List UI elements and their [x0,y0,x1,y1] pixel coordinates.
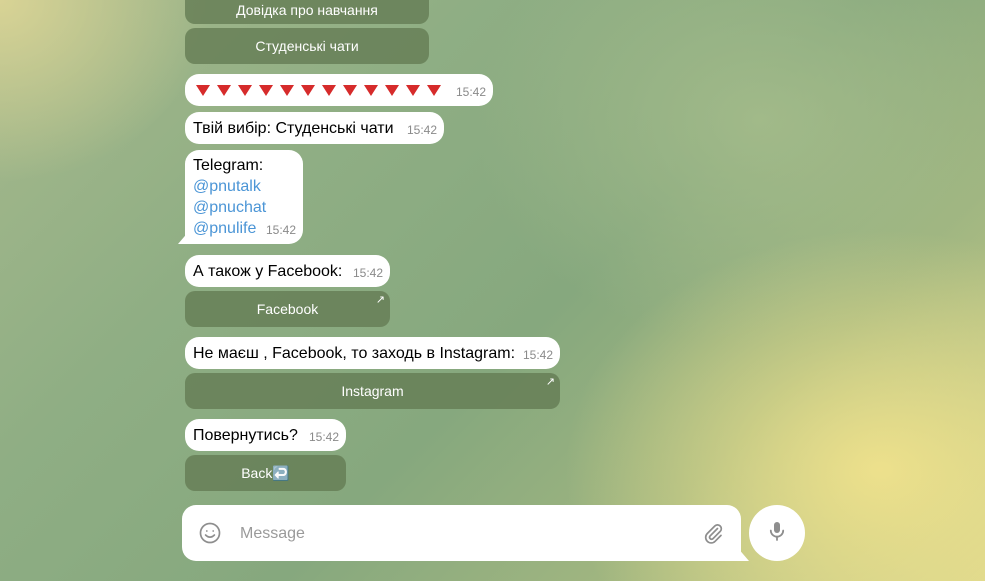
red-triangle-icon [217,85,231,97]
message-input[interactable] [238,519,682,549]
study-info-button[interactable]: Довідка про навчання [185,0,429,24]
message-text: Повернутись? [193,427,298,444]
choice-message: Твій вибір: Студенські чати 15:42 [185,112,444,144]
facebook-link-button[interactable]: Facebook ↗ [185,291,390,327]
telegram-title: Telegram: [193,157,264,174]
telegram-link-pnutalk[interactable]: @pnutalk [193,176,295,197]
message-time: 15:42 [265,223,296,237]
paperclip-icon[interactable] [701,521,725,545]
facebook-message: А також у Facebook: 15:42 [185,255,390,287]
return-question-message: Повернутись? 15:42 [185,419,346,451]
red-triangle-icon [406,85,420,97]
red-triangle-icon [301,85,315,97]
message-text: Твій вибір: Студенські чати [193,120,394,137]
smile-icon[interactable] [198,521,222,545]
telegram-links-message: Telegram: @pnutalk @pnuchat @pnulife 15:… [185,150,303,244]
red-triangle-icons [196,82,448,99]
instagram-message: Не маєш , Facebook, то заходь в Instagra… [185,337,560,369]
message-time: 15:42 [455,85,486,99]
message-time: 15:42 [308,430,339,444]
red-triangle-icon [280,85,294,97]
red-triangle-icon [427,85,441,97]
message-text: Не маєш , Facebook, то заходь в Instagra… [193,345,516,362]
external-link-icon: ↗ [545,376,555,388]
red-triangle-icon [259,85,273,97]
message-time: 15:42 [352,266,383,280]
back-button[interactable]: Back↩️ [185,455,346,491]
message-composer [182,505,741,561]
student-chats-button[interactable]: Студенські чати [185,28,429,64]
instagram-link-button[interactable]: Instagram ↗ [185,373,560,409]
red-triangle-icon [322,85,336,97]
microphone-button[interactable] [749,505,805,561]
message-time: 15:42 [522,348,553,362]
button-label: Facebook [256,301,319,317]
telegram-link-pnuchat[interactable]: @pnuchat [193,197,295,218]
red-triangle-icon [196,85,210,97]
microphone-icon [765,519,789,548]
red-triangle-icon [343,85,357,97]
red-triangle-icon [238,85,252,97]
button-label: Instagram [341,383,404,399]
red-triangle-icon [385,85,399,97]
arrows-message: 15:42 [185,74,493,106]
external-link-icon: ↗ [375,294,385,306]
red-triangle-icon [364,85,378,97]
message-time: 15:42 [406,123,437,137]
message-text: А також у Facebook: [193,263,343,280]
chat-area: Довідка про навчання Студенські чати 15:… [0,0,985,581]
